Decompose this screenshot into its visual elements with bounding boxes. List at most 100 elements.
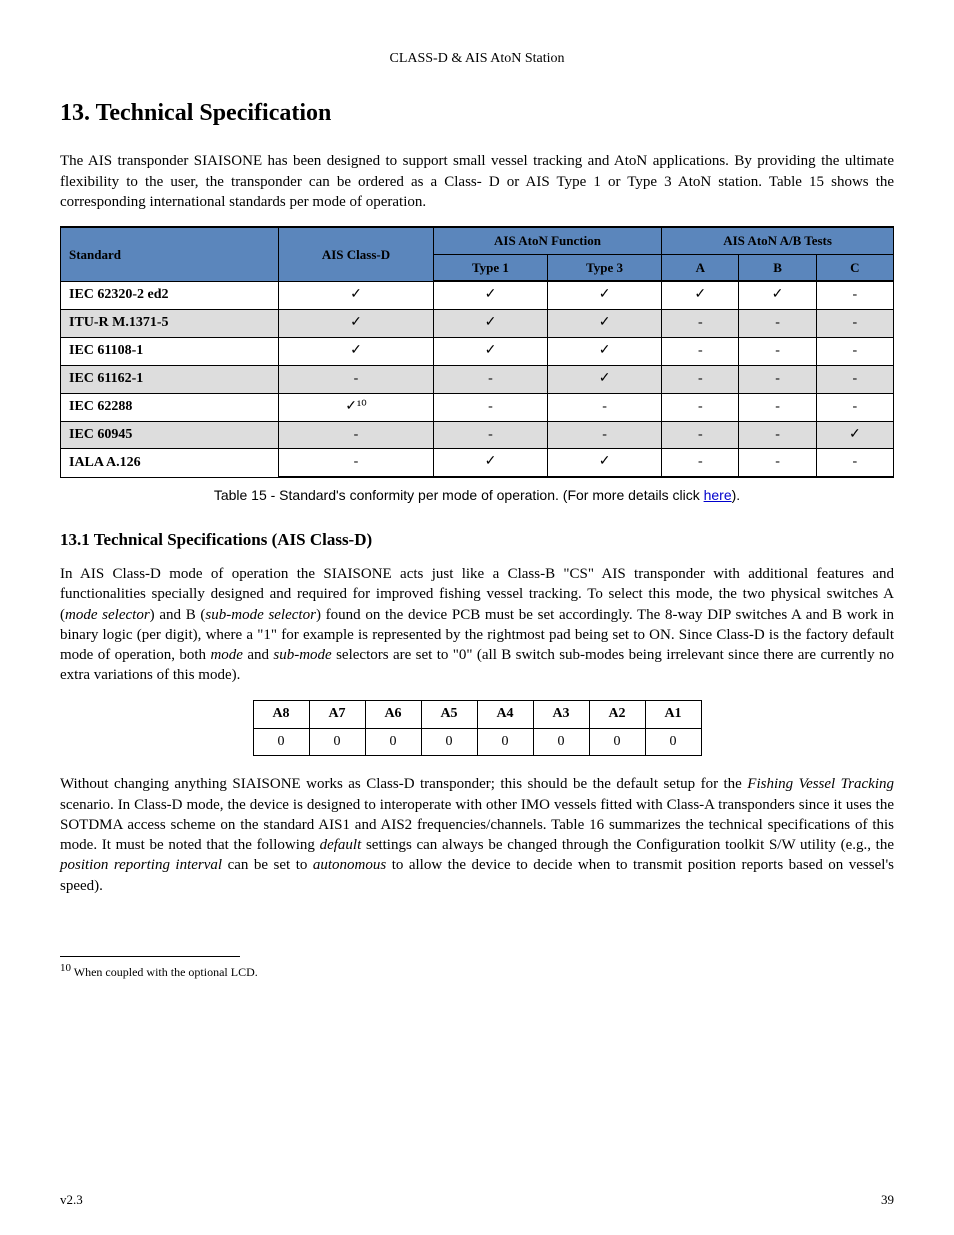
cell: ✓ [548,281,662,309]
cell: - [433,393,547,421]
table-row: IEC 61108-1 ✓ ✓ ✓ - - - [61,337,894,365]
cell: - [739,421,816,449]
cell: - [739,310,816,338]
cell: ✓ [279,281,434,309]
footer-page: 39 [881,1191,894,1209]
cell: - [279,421,434,449]
p2d: can be set to [222,857,313,873]
caption-tail: ). [732,487,741,503]
table15-caption: Table 15 - Standard's conformity per mod… [60,486,894,505]
table-row: IEC 60945 - - - - - ✓ [61,421,894,449]
cell: ✓ [548,310,662,338]
cell: - [816,337,893,365]
cell: - [662,365,739,393]
p1-italic4: sub-mode [273,647,331,663]
cell: - [739,393,816,421]
cell: ✓ [433,337,547,365]
col-c: C [816,254,893,281]
cell: - [662,449,739,477]
row-label: IEC 62320-2 ed2 [61,281,279,309]
cell: - [816,365,893,393]
cell: - [433,365,547,393]
row-label: IEC 61162-1 [61,365,279,393]
cell: ✓ [279,310,434,338]
dip-switch-table: A8 A7 A6 A5 A4 A3 A2 A1 0 0 0 0 0 0 0 0 [253,700,702,757]
dip-v: 0 [253,728,309,756]
footer-version: v2.3 [60,1191,83,1209]
caption-link[interactable]: here [704,487,732,503]
cell: ✓ [739,281,816,309]
p1-italic1: mode selector [65,607,150,623]
dip-v: 0 [365,728,421,756]
cell: - [662,393,739,421]
cell: - [662,337,739,365]
col-class-d: AIS Class-D [279,227,434,281]
cell: - [816,310,893,338]
cell: ✓ [816,421,893,449]
p2-italic4: autonomous [313,857,386,873]
cell: - [279,365,434,393]
classd-para-1: In AIS Class-D mode of operation the SIA… [60,564,894,686]
cell: - [816,449,893,477]
cell: ✓ [279,337,434,365]
col-type3: Type 3 [548,254,662,281]
dip-v: 0 [645,728,701,756]
dip-h: A5 [421,700,477,728]
cell: ✓¹⁰ [279,393,434,421]
table-row: IALA A.126 - ✓ ✓ - - - [61,449,894,477]
standards-table: Standard AIS Class-D AIS AtoN Function A… [60,226,894,478]
cell: - [739,365,816,393]
p2-italic2: default [320,837,362,853]
table-row: IEC 62288 ✓¹⁰ - - - - - [61,393,894,421]
row-label: IEC 60945 [61,421,279,449]
cell: ✓ [433,310,547,338]
subsection-title: 13.1 Technical Specifications (AIS Class… [60,529,894,552]
cell: ✓ [548,449,662,477]
footnote-text: When coupled with the optional LCD. [71,965,258,979]
table-row: IEC 61162-1 - - ✓ - - - [61,365,894,393]
row-label: IALA A.126 [61,449,279,477]
cell: - [548,421,662,449]
p1b: ) and B ( [150,607,206,623]
col-standard: Standard [61,227,279,281]
cell: - [816,281,893,309]
dip-h: A3 [533,700,589,728]
cell: ✓ [433,449,547,477]
table-row: ITU-R M.1371-5 ✓ ✓ ✓ - - - [61,310,894,338]
dip-h: A4 [477,700,533,728]
cell: - [816,393,893,421]
p1d: and [243,647,273,663]
cell: - [548,393,662,421]
dip-v: 0 [589,728,645,756]
dip-h: A6 [365,700,421,728]
dip-h: A7 [309,700,365,728]
row-label: IEC 62288 [61,393,279,421]
cell: - [279,449,434,477]
footnote-num: 10 [60,962,71,974]
dip-h: A2 [589,700,645,728]
col-group-aton-func: AIS AtoN Function [433,227,661,254]
intro-paragraph: The AIS transponder SIAISONE has been de… [60,151,894,212]
classd-para-2: Without changing anything SIAISONE works… [60,774,894,896]
cell: - [739,337,816,365]
dip-v: 0 [309,728,365,756]
cell: ✓ [433,281,547,309]
dip-h: A8 [253,700,309,728]
p2-italic3: position reporting interval [60,857,222,873]
p2a: Without changing anything SIAISONE works… [60,776,747,792]
row-label: ITU-R M.1371-5 [61,310,279,338]
cell: - [662,310,739,338]
section-title: 13. Technical Specification [60,97,894,129]
p2-italic1: Fishing Vessel Tracking [747,776,894,792]
dip-v: 0 [477,728,533,756]
cell: - [433,421,547,449]
cell: ✓ [548,337,662,365]
col-b: B [739,254,816,281]
col-group-aton-ab: AIS AtoN A/B Tests [662,227,894,254]
cell: - [739,449,816,477]
p1-italic2: sub-mode selector [205,607,316,623]
table-row: IEC 62320-2 ed2 ✓ ✓ ✓ ✓ ✓ - [61,281,894,309]
cell: ✓ [662,281,739,309]
cell: ✓ [548,365,662,393]
col-type1: Type 1 [433,254,547,281]
